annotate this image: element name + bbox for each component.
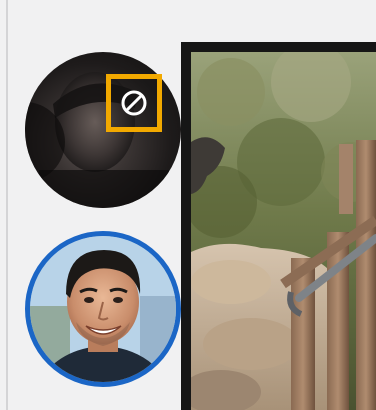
- participant-avatar-active[interactable]: [25, 231, 181, 387]
- avatar-portrait: [30, 236, 176, 382]
- app-window: [0, 0, 376, 410]
- video-feed: [191, 52, 376, 410]
- blocked-badge[interactable]: [106, 74, 162, 132]
- sidebar-divider: [6, 0, 8, 410]
- video-frame[interactable]: [181, 42, 376, 410]
- blocked-icon: [121, 90, 147, 116]
- video-scene: [191, 52, 376, 410]
